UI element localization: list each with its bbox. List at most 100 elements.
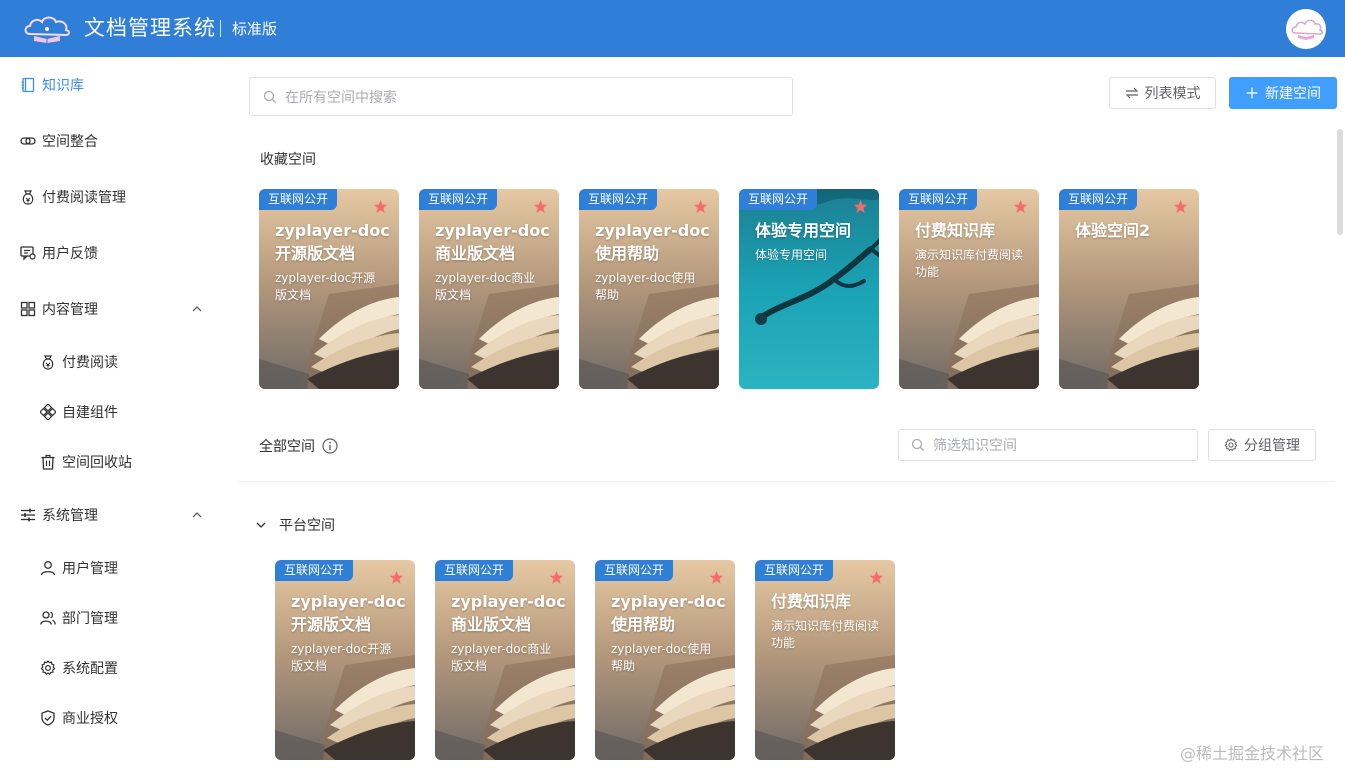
group-manage-button[interactable]: 分组管理	[1208, 429, 1316, 461]
sidebar-item-knowledge-base[interactable]: 知识库	[20, 65, 84, 105]
space-card-title: 体验空间2	[1075, 221, 1151, 240]
new-space-label: 新建空间	[1265, 86, 1321, 102]
group-name: 平台空间	[279, 518, 335, 534]
user-icon	[40, 560, 56, 576]
space-card[interactable]: 互联网公开 zyplayer-doc使用帮助 zyplayer-doc使用帮助	[579, 189, 719, 389]
space-card[interactable]: 互联网公开付费知识库演示知识库付费阅读功能	[755, 560, 895, 760]
star-icon[interactable]	[709, 570, 724, 585]
space-card[interactable]: 互联网公开 体验专用空间 体验专用空间	[739, 189, 879, 389]
space-card-description: 演示知识库付费阅读功能	[915, 248, 1024, 279]
sidebar-item-label: 知识库	[42, 78, 84, 94]
platform-group-header[interactable]: 平台空间	[255, 515, 335, 535]
sidebar-item-label: 部门管理	[62, 611, 118, 627]
sidebar-item-label: 系统管理	[42, 508, 98, 524]
sidebar-item-user-feedback[interactable]: 用户反馈	[20, 233, 98, 273]
public-badge: 互联网公开	[419, 189, 498, 210]
money-bag-icon	[20, 189, 36, 205]
swap-icon	[1125, 86, 1139, 100]
group-manage-label: 分组管理	[1244, 438, 1300, 454]
sidebar-item-label: 空间回收站	[62, 455, 132, 471]
search-input[interactable]: 在所有空间中搜索	[285, 87, 397, 107]
space-card-title: zyplayer-doc开源版文档	[275, 221, 390, 263]
sidebar-item-department-management[interactable]: 部门管理	[40, 598, 118, 638]
list-mode-button[interactable]: 列表模式	[1109, 77, 1216, 109]
space-card-title: zyplayer-doc商业版文档	[451, 592, 566, 634]
grid-icon	[20, 301, 36, 317]
user-avatar[interactable]	[1286, 9, 1326, 49]
space-card-title: zyplayer-doc使用帮助	[611, 592, 726, 634]
chevron-down-icon[interactable]	[255, 519, 267, 531]
component-icon	[40, 404, 56, 420]
sidebar-item-label: 内容管理	[42, 302, 98, 318]
app-title: 文档管理系统	[84, 16, 216, 40]
favorites-section-title: 收藏空间	[260, 152, 316, 168]
star-icon[interactable]	[853, 199, 868, 214]
shield-icon	[40, 710, 56, 726]
public-badge: 互联网公开	[595, 560, 674, 581]
chevron-up-icon[interactable]	[190, 302, 204, 316]
star-icon[interactable]	[693, 199, 708, 214]
space-card[interactable]: 互联网公开 zyplayer-doc商业版文档 zyplayer-doc商业版文档	[419, 189, 559, 389]
sidebar-item-paid-reading-management[interactable]: 付费阅读管理	[20, 177, 126, 217]
star-icon[interactable]	[1013, 199, 1028, 214]
space-card-description: zyplayer-doc使用帮助	[611, 642, 712, 673]
search-icon	[911, 438, 925, 452]
star-icon[interactable]	[1173, 199, 1188, 214]
filter-input[interactable]: 筛选知识空间	[933, 435, 1017, 455]
sidebar-item-commercial-license[interactable]: 商业授权	[40, 698, 118, 738]
cloud-book-logo-icon[interactable]	[20, 12, 74, 44]
star-icon[interactable]	[389, 570, 404, 585]
space-card[interactable]: 互联网公开 zyplayer-doc商业版文档 zyplayer-doc商业版文档	[435, 560, 575, 760]
all-spaces-title: 全部空间	[259, 439, 315, 455]
filter-spaces-box[interactable]: 筛选知识空间	[898, 429, 1198, 461]
sidebar-item-label: 空间整合	[42, 134, 98, 150]
feedback-icon	[20, 245, 36, 261]
gear-icon	[40, 660, 56, 676]
star-icon[interactable]	[869, 570, 884, 585]
users-icon	[40, 610, 56, 626]
space-card-description: 演示知识库付费阅读功能	[771, 619, 880, 650]
chevron-up-icon[interactable]	[190, 508, 204, 522]
sidebar-item-system-config[interactable]: 系统配置	[40, 648, 118, 688]
new-space-button[interactable]: 新建空间	[1229, 77, 1337, 109]
public-badge: 互联网公开	[899, 189, 978, 210]
public-badge: 互联网公开	[275, 560, 354, 581]
sidebar-item-space-recycle-bin[interactable]: 空间回收站	[40, 442, 132, 482]
space-card[interactable]: 互联网公开 zyplayer-doc开源版文档 zyplayer-doc开源版文档	[259, 189, 399, 389]
public-badge: 互联网公开	[755, 560, 834, 581]
sidebar-item-custom-components[interactable]: 自建组件	[40, 392, 118, 432]
money-bag-icon	[40, 354, 56, 370]
gear-icon	[1224, 438, 1238, 452]
list-mode-label: 列表模式	[1144, 86, 1201, 102]
space-card-title: 体验专用空间	[755, 221, 852, 240]
info-icon[interactable]	[322, 438, 338, 454]
public-badge: 互联网公开	[259, 189, 338, 210]
book-icon	[20, 77, 36, 93]
sidebar-item-user-management[interactable]: 用户管理	[40, 548, 118, 588]
space-card[interactable]: 互联网公开 体验空间2	[1059, 189, 1199, 389]
sidebar-item-system-management[interactable]: 系统管理	[20, 495, 220, 535]
section-divider	[239, 481, 1335, 482]
space-card-description: zyplayer-doc使用帮助	[595, 271, 696, 302]
space-card[interactable]: 互联网公开 zyplayer-doc开源版文档 zyplayer-doc开源版文档	[275, 560, 415, 760]
sidebar-item-label: 付费阅读	[62, 355, 118, 371]
space-card-description: zyplayer-doc商业版文档	[451, 642, 552, 673]
sidebar-item-space-integration[interactable]: 空间整合	[20, 121, 98, 161]
sidebar-item-label: 用户反馈	[42, 246, 98, 262]
main-scrollbar[interactable]	[1337, 129, 1343, 235]
sidebar-item-paid-reading[interactable]: 付费阅读	[40, 342, 118, 382]
star-icon[interactable]	[549, 570, 564, 585]
watermark-text: @稀土掘金技术社区	[1180, 744, 1325, 763]
global-search-box[interactable]: 在所有空间中搜索	[249, 77, 793, 116]
star-icon[interactable]	[373, 199, 388, 214]
public-badge: 互联网公开	[579, 189, 658, 210]
space-card[interactable]: 互联网公开 zyplayer-doc使用帮助 zyplayer-doc使用帮助	[595, 560, 735, 760]
sidebar-item-label: 用户管理	[62, 561, 118, 577]
space-card-description: zyplayer-doc开源版文档	[275, 271, 376, 302]
star-icon[interactable]	[533, 199, 548, 214]
space-card-title: 付费知识库	[771, 592, 852, 611]
sidebar-item-label: 自建组件	[62, 405, 118, 421]
sidebar-item-content-management[interactable]: 内容管理	[20, 289, 220, 329]
edition-label: 标准版	[232, 20, 278, 38]
space-card[interactable]: 互联网公开 付费知识库 演示知识库付费阅读功能	[899, 189, 1039, 389]
